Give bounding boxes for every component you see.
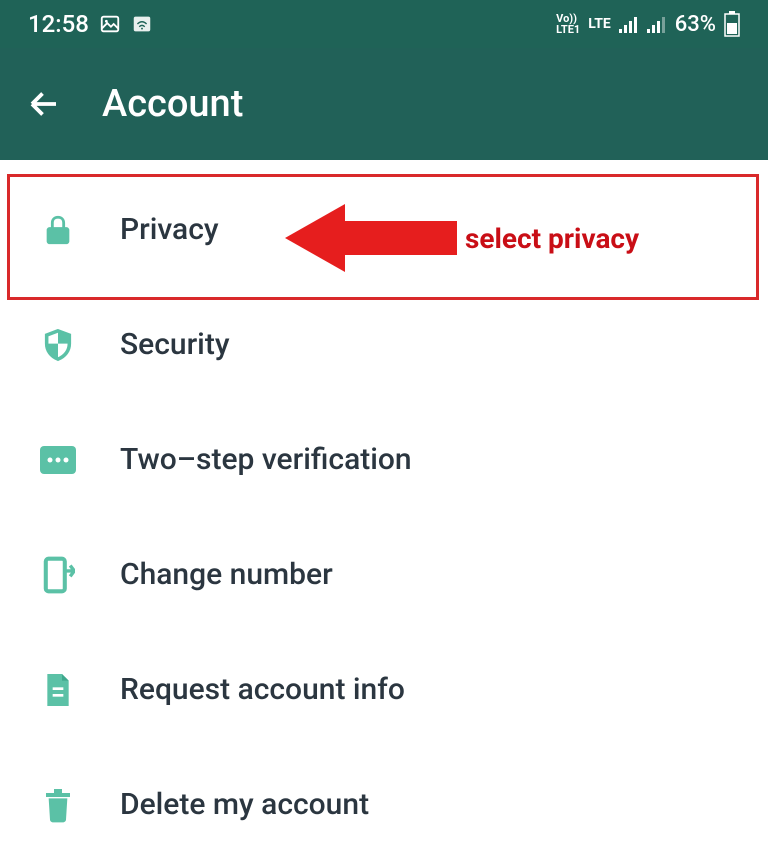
list-label: Two–step verification — [120, 442, 412, 477]
dots-icon — [40, 442, 76, 478]
app-header: Account — [0, 48, 768, 160]
list-item-change-number[interactable]: Change number — [0, 517, 768, 632]
signal-icon-2 — [647, 15, 667, 33]
list-label: Privacy — [120, 212, 219, 247]
list-item-request-info[interactable]: Request account info — [0, 632, 768, 747]
lock-icon — [40, 212, 76, 248]
battery-icon — [724, 11, 740, 37]
status-right: Vo)) LTE1 LTE 63% — [556, 11, 740, 37]
volte-icon: Vo)) LTE1 — [556, 13, 580, 35]
list-item-two-step[interactable]: Two–step verification — [0, 402, 768, 517]
list-label: Delete my account — [120, 787, 369, 822]
back-button[interactable] — [26, 86, 62, 122]
list-item-security[interactable]: Security — [0, 287, 768, 402]
list-label: Request account info — [120, 672, 405, 707]
list-item-delete-account[interactable]: Delete my account — [0, 747, 768, 862]
header-title: Account — [102, 82, 243, 126]
image-icon — [99, 13, 121, 35]
status-time: 12:58 — [28, 10, 89, 38]
list-label: Security — [120, 327, 230, 362]
trash-icon — [40, 787, 76, 823]
shield-icon — [40, 327, 76, 363]
status-bar: 12:58 Vo)) LTE1 LTE 63% — [0, 0, 768, 48]
signal-icon-1 — [619, 15, 639, 33]
list-label: Change number — [120, 557, 333, 592]
change-icon — [40, 557, 76, 593]
status-left: 12:58 — [28, 10, 153, 38]
wifi-icon — [131, 13, 153, 35]
lte-icon: LTE — [588, 19, 611, 30]
battery-percent: 63% — [675, 12, 716, 37]
document-icon — [40, 672, 76, 708]
list-item-privacy[interactable]: Privacy — [0, 172, 768, 287]
settings-list: Privacy Security Two–step verification C… — [0, 160, 768, 862]
